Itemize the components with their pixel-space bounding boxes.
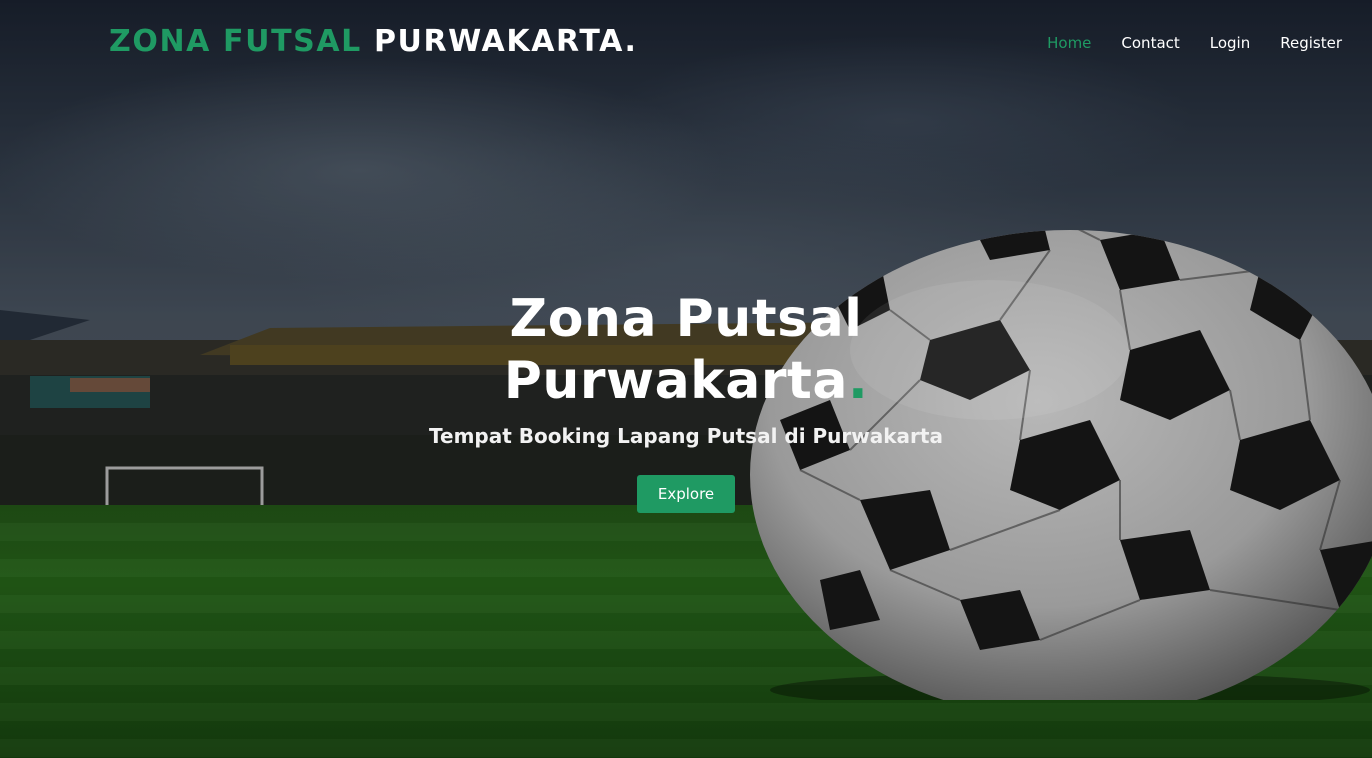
hero-title: Zona Putsal Purwakarta. xyxy=(0,288,1372,412)
hero-title-line1: Zona Putsal xyxy=(509,289,863,349)
logo-part-green: ZONA FUTSAL xyxy=(109,24,362,59)
nav-home-link[interactable]: Home xyxy=(1047,34,1091,52)
logo-part-white: PURWAKARTA. xyxy=(373,24,638,59)
nav-contact-link[interactable]: Contact xyxy=(1121,34,1179,52)
site-logo[interactable]: ZONA FUTSAL PURWAKARTA. xyxy=(109,24,637,59)
site-header: ZONA FUTSAL PURWAKARTA. Home Contact Log… xyxy=(0,0,1372,88)
explore-button[interactable]: Explore xyxy=(637,475,735,513)
main-nav: Home Contact Login Register xyxy=(1047,34,1342,52)
hero-title-line2: Purwakarta xyxy=(503,351,848,411)
nav-login-link[interactable]: Login xyxy=(1210,34,1250,52)
hero-title-dot: . xyxy=(847,351,869,411)
nav-register-link[interactable]: Register xyxy=(1280,34,1342,52)
hero-subtitle: Tempat Booking Lapang Putsal di Purwakar… xyxy=(429,424,943,448)
hero-content: Zona Putsal Purwakarta. Tempat Booking L… xyxy=(0,288,1372,513)
